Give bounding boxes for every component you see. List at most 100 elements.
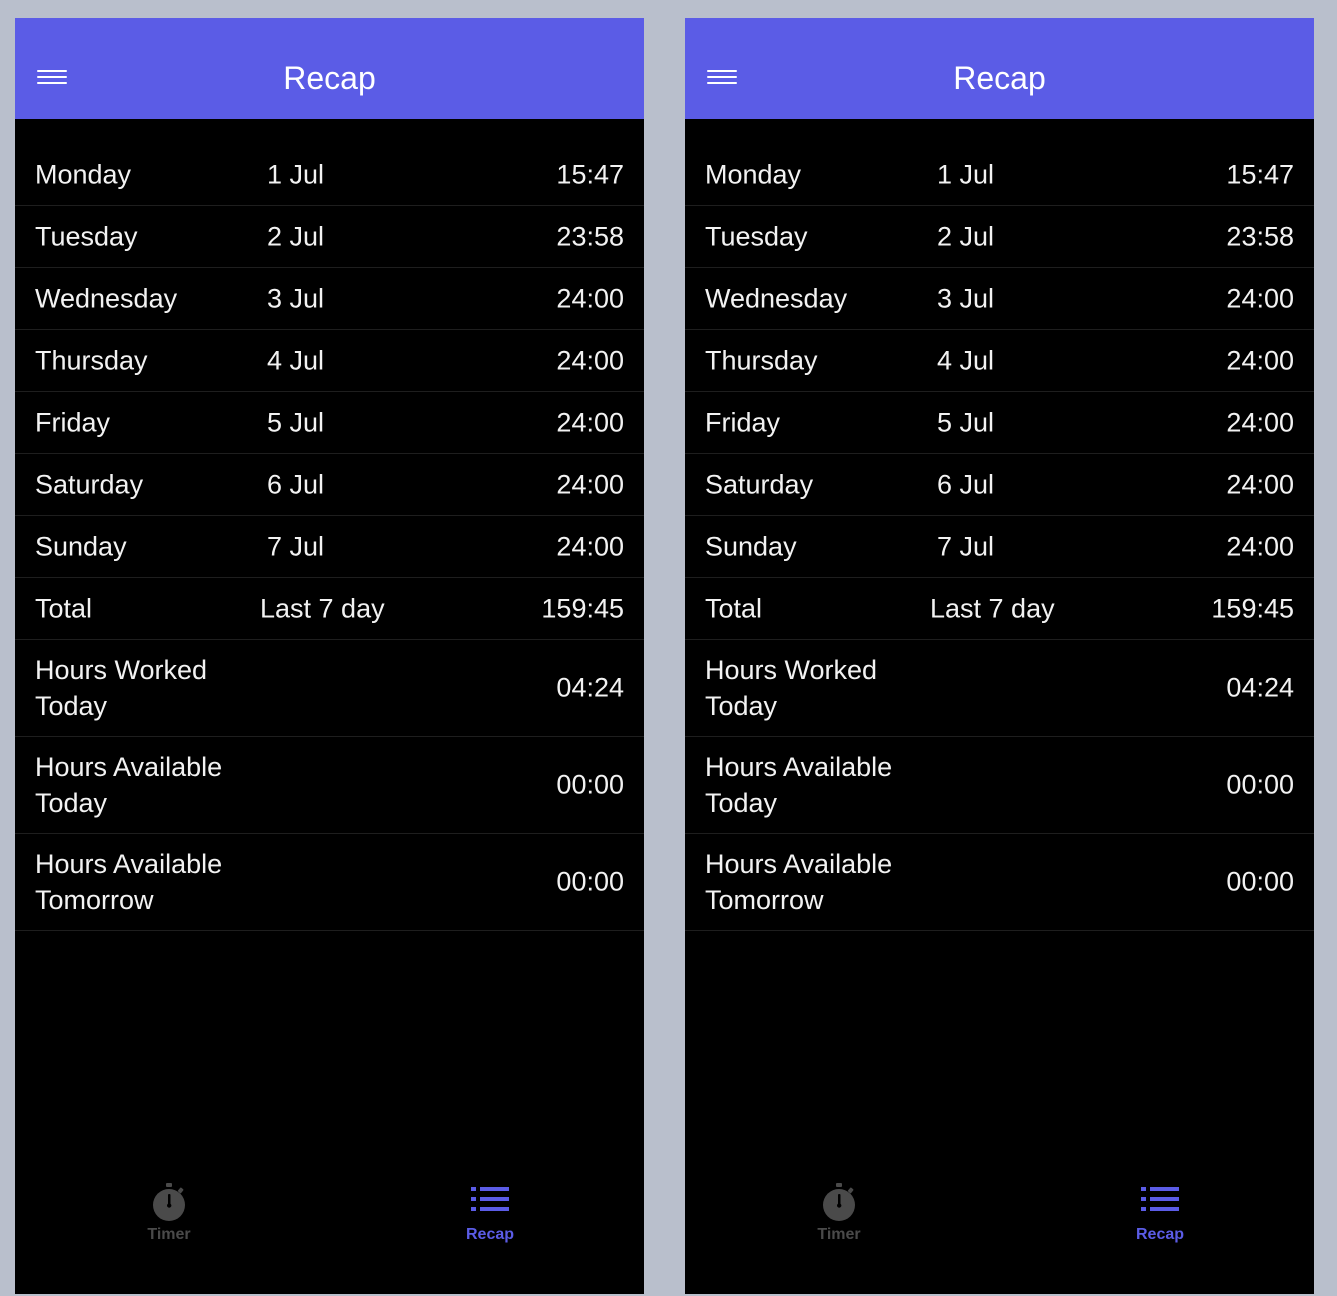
total-period: Last 7 day xyxy=(260,593,385,623)
day-name: Monday xyxy=(35,159,132,189)
recap-list: Monday 1 Jul 15:47 Tuesday 2 Jul 23:58 W… xyxy=(15,144,644,931)
day-name: Tuesday xyxy=(35,221,138,251)
list-item: Tuesday 2 Jul 23:58 xyxy=(685,206,1314,268)
tab-recap-label: Recap xyxy=(465,1226,515,1243)
day-name: Sunday xyxy=(705,531,797,561)
tab-timer-label: Timer xyxy=(147,1226,191,1243)
app-header: Recap xyxy=(685,18,1314,119)
hours-worked-today-row: Hours Worked Today 04:24 xyxy=(15,640,644,737)
list-item: Thursday 4 Jul 24:00 xyxy=(685,330,1314,392)
list-item: Monday 1 Jul 15:47 xyxy=(15,144,644,206)
hours-available-today-row: Hours Available Today 00:00 xyxy=(15,737,644,834)
day-hours: 24:00 xyxy=(1226,407,1294,437)
list-item: Tuesday 2 Jul 23:58 xyxy=(15,206,644,268)
tab-timer-label: Timer xyxy=(817,1226,861,1243)
day-date: 1 Jul xyxy=(267,159,325,189)
day-date: 4 Jul xyxy=(937,345,995,375)
day-name: Wednesday xyxy=(705,283,848,313)
day-name: Monday xyxy=(705,159,802,189)
stopwatch-icon xyxy=(823,1183,855,1221)
list-icon xyxy=(471,1187,509,1211)
day-name: Thursday xyxy=(35,345,148,375)
day-date: 5 Jul xyxy=(937,407,995,437)
day-name: Friday xyxy=(705,407,781,437)
summary-value: 00:00 xyxy=(1226,769,1294,800)
day-date: 1 Jul xyxy=(937,159,995,189)
total-label: Total xyxy=(35,593,93,623)
summary-value: 04:24 xyxy=(1226,672,1294,703)
tab-recap[interactable]: Recap xyxy=(430,1182,550,1272)
day-date: 2 Jul xyxy=(937,221,995,251)
tab-recap[interactable]: Recap xyxy=(1100,1182,1220,1272)
total-row: Total Last 7 day 159:45 xyxy=(15,578,644,640)
day-date: 4 Jul xyxy=(267,345,325,375)
phone-screen-left: Recap Monday 1 Jul 15:47 Tuesday 2 Jul 2… xyxy=(15,18,644,1294)
summary-value: 04:24 xyxy=(556,672,624,703)
stopwatch-icon xyxy=(153,1183,185,1221)
day-hours: 24:00 xyxy=(1226,531,1294,561)
summary-label: Hours Available Tomorrow xyxy=(705,849,893,915)
summary-value: 00:00 xyxy=(1226,866,1294,897)
day-date: 5 Jul xyxy=(267,407,325,437)
total-hours: 159:45 xyxy=(1211,593,1294,623)
day-name: Tuesday xyxy=(705,221,808,251)
day-name: Friday xyxy=(35,407,111,437)
day-hours: 23:58 xyxy=(556,221,624,251)
hours-available-tomorrow-row: Hours Available Tomorrow 00:00 xyxy=(15,834,644,931)
day-hours: 24:00 xyxy=(556,469,624,499)
summary-label: Hours Worked Today xyxy=(35,655,208,721)
list-item: Sunday 7 Jul 24:00 xyxy=(685,516,1314,578)
list-icon xyxy=(1141,1187,1179,1211)
total-period: Last 7 day xyxy=(930,593,1055,623)
list-item: Friday 5 Jul 24:00 xyxy=(685,392,1314,454)
summary-value: 00:00 xyxy=(556,769,624,800)
app-header: Recap xyxy=(15,18,644,119)
day-date: 7 Jul xyxy=(937,531,995,561)
list-item: Saturday 6 Jul 24:00 xyxy=(685,454,1314,516)
summary-label: Hours Available Tomorrow xyxy=(35,849,223,915)
day-hours: 24:00 xyxy=(1226,345,1294,375)
day-hours: 23:58 xyxy=(1226,221,1294,251)
summary-label: Hours Worked Today xyxy=(705,655,878,721)
phone-screen-right: Recap Monday 1 Jul 15:47 Tuesday 2 Jul 2… xyxy=(685,18,1314,1294)
day-date: 7 Jul xyxy=(267,531,325,561)
day-hours: 24:00 xyxy=(556,531,624,561)
list-item: Wednesday 3 Jul 24:00 xyxy=(15,268,644,330)
day-hours: 24:00 xyxy=(556,407,624,437)
list-item: Wednesday 3 Jul 24:00 xyxy=(685,268,1314,330)
total-label: Total xyxy=(705,593,763,623)
day-date: 6 Jul xyxy=(267,469,325,499)
list-item: Thursday 4 Jul 24:00 xyxy=(15,330,644,392)
day-hours: 24:00 xyxy=(1226,283,1294,313)
tab-recap-label: Recap xyxy=(1135,1226,1185,1243)
list-item: Sunday 7 Jul 24:00 xyxy=(15,516,644,578)
day-name: Thursday xyxy=(705,345,818,375)
day-name: Sunday xyxy=(35,531,127,561)
list-item: Friday 5 Jul 24:00 xyxy=(15,392,644,454)
tab-bar: Timer Recap xyxy=(15,1182,644,1294)
page-title: Recap xyxy=(953,60,1046,96)
total-row: Total Last 7 day 159:45 xyxy=(685,578,1314,640)
hours-available-today-row: Hours Available Today 00:00 xyxy=(685,737,1314,834)
day-date: 2 Jul xyxy=(267,221,325,251)
list-item: Monday 1 Jul 15:47 xyxy=(685,144,1314,206)
summary-value: 00:00 xyxy=(556,866,624,897)
tab-timer[interactable]: Timer xyxy=(109,1182,229,1272)
summary-label: Hours Available Today xyxy=(35,752,223,818)
day-date: 3 Jul xyxy=(267,283,325,313)
day-name: Wednesday xyxy=(35,283,178,313)
tab-bar: Timer Recap xyxy=(685,1182,1314,1294)
recap-list: Monday 1 Jul 15:47 Tuesday 2 Jul 23:58 W… xyxy=(685,144,1314,931)
hours-available-tomorrow-row: Hours Available Tomorrow 00:00 xyxy=(685,834,1314,931)
hours-worked-today-row: Hours Worked Today 04:24 xyxy=(685,640,1314,737)
list-item: Saturday 6 Jul 24:00 xyxy=(15,454,644,516)
day-hours: 24:00 xyxy=(1226,469,1294,499)
day-date: 6 Jul xyxy=(937,469,995,499)
day-date: 3 Jul xyxy=(937,283,995,313)
day-name: Saturday xyxy=(35,469,144,499)
total-hours: 159:45 xyxy=(541,593,624,623)
day-name: Saturday xyxy=(705,469,814,499)
day-hours: 15:47 xyxy=(1226,159,1294,189)
tab-timer[interactable]: Timer xyxy=(779,1182,899,1272)
day-hours: 15:47 xyxy=(556,159,624,189)
